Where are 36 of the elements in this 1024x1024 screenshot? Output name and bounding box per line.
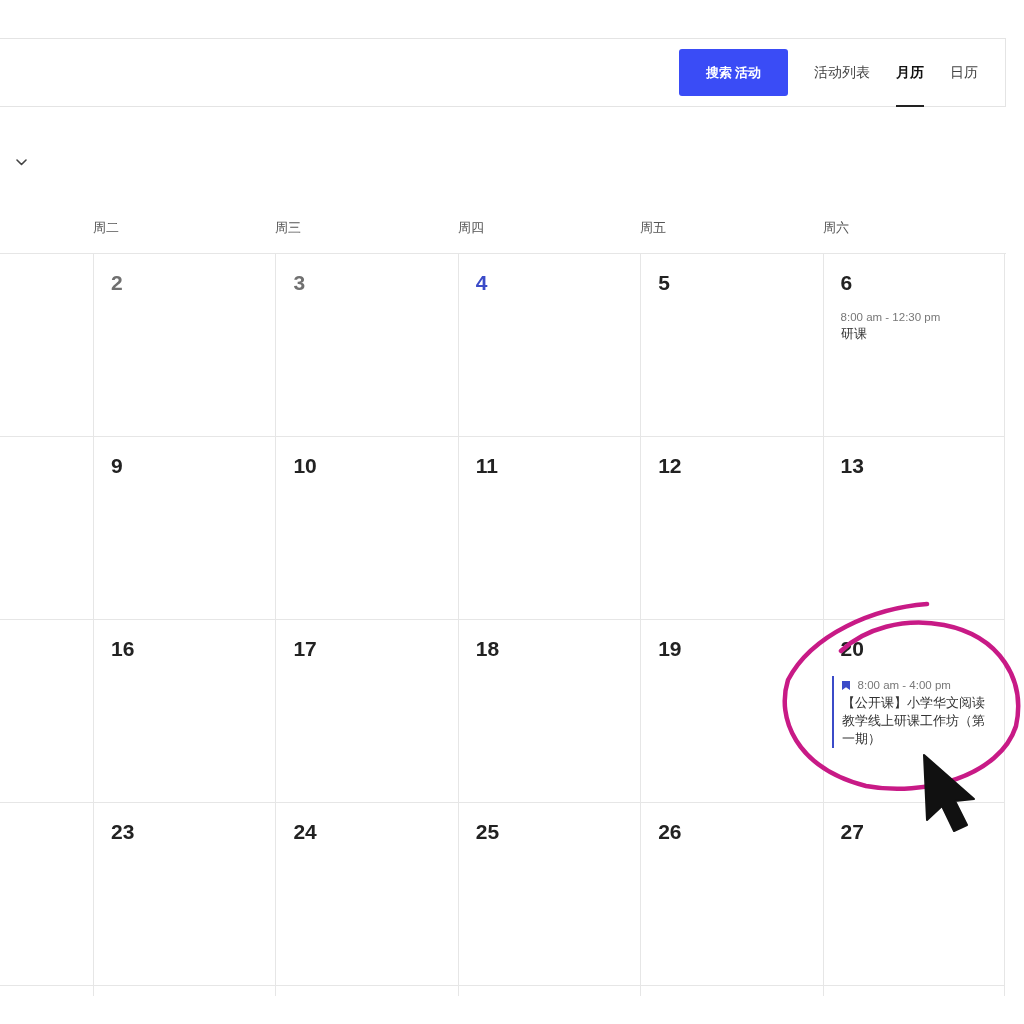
- day-number: 17: [293, 638, 317, 660]
- mouse-pointer-icon: [920, 752, 977, 834]
- weekday-label: 周五: [640, 221, 667, 235]
- day-number: 3: [293, 272, 306, 294]
- view-tab[interactable]: 月历: [896, 39, 924, 107]
- day-number: 2: [111, 272, 123, 294]
- day-number: 6: [840, 272, 853, 294]
- bookmark-icon: [841, 680, 850, 690]
- event-item[interactable]: 8:00 am - 4:00 pm 【公开课】小学华文阅读教学线上研课工作坊（第一期）: [831, 676, 994, 748]
- weekday-label: 周四: [457, 221, 484, 235]
- day-number: 19: [658, 638, 682, 660]
- search-button[interactable]: 搜索 活动: [679, 49, 788, 96]
- day-number: 10: [293, 455, 317, 477]
- day-number: 16: [111, 638, 135, 660]
- view-tab[interactable]: 活动列表: [814, 39, 870, 107]
- day-number: 9: [111, 455, 123, 477]
- weekday-label: 周二: [93, 221, 119, 235]
- day-number: 24: [293, 821, 317, 843]
- event-time: 8:00 am - 4:00 pm: [857, 677, 951, 693]
- day-number: 25: [475, 821, 500, 843]
- day-number: 26: [658, 821, 682, 843]
- day-number: 27: [840, 821, 864, 843]
- day-number: 4: [475, 272, 488, 294]
- day-number: 23: [111, 821, 135, 843]
- day-number: 13: [840, 455, 864, 477]
- event-title[interactable]: 研课: [840, 325, 867, 343]
- event-title: 【公开课】小学华文阅读教学线上研课工作坊（第一期）: [841, 694, 986, 748]
- weekday-label: 周三: [275, 221, 302, 235]
- weekday-label: 周六: [822, 221, 849, 235]
- day-number: 18: [475, 638, 500, 660]
- event-time: 8:00 am - 12:30 pm: [840, 310, 941, 325]
- day-number: 12: [658, 455, 682, 477]
- day-number: 5: [658, 272, 670, 294]
- view-tab[interactable]: 日历: [950, 39, 978, 107]
- chevron-down-icon[interactable]: [16, 159, 27, 166]
- day-number: 11: [475, 455, 498, 477]
